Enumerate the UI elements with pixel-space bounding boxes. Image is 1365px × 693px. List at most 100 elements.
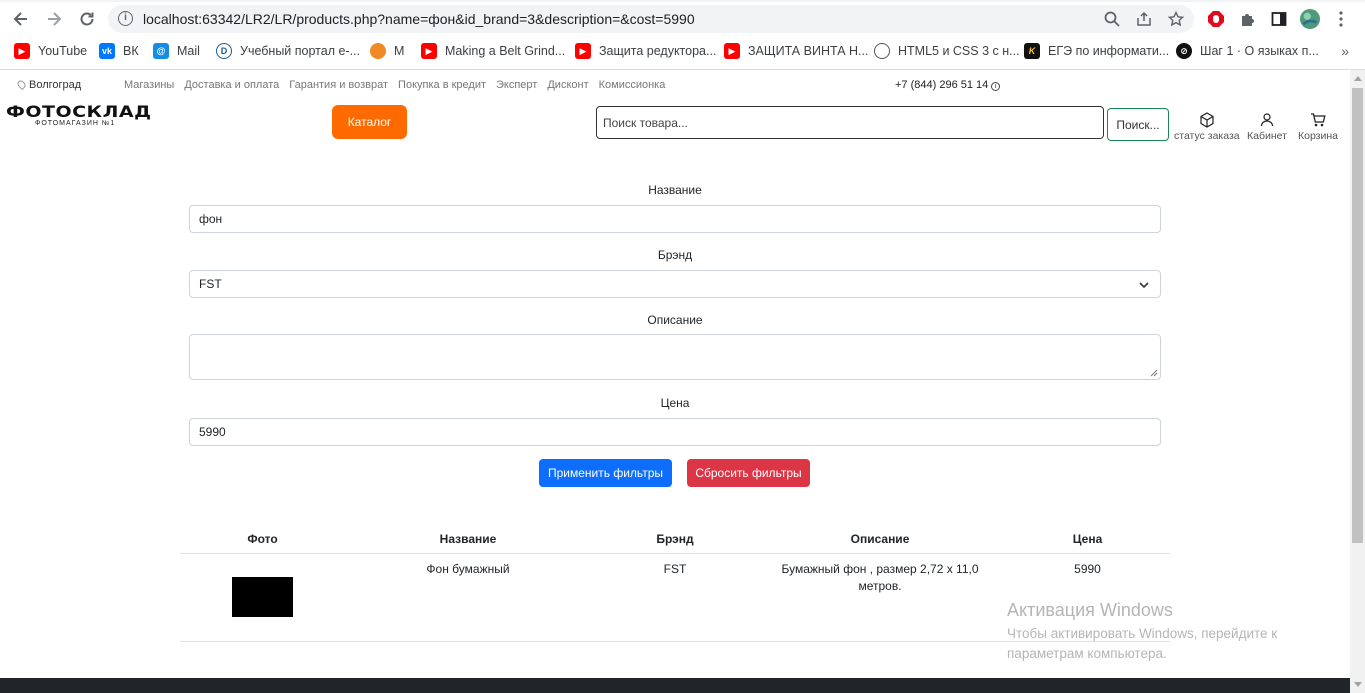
link-warranty[interactable]: Гарантия и возврат <box>289 79 388 91</box>
portal-icon: D <box>216 43 232 59</box>
scroll-up-arrow-icon[interactable] <box>1354 76 1362 81</box>
address-bar[interactable]: i localhost:63342/LR2/LR/products.php?na… <box>108 5 1194 33</box>
bookmark-portal[interactable]: D Учебный портал е-... <box>216 42 360 60</box>
bookmark-label: YouTube <box>38 44 88 58</box>
bookmark-vk[interactable]: vk ВК <box>99 42 139 60</box>
bookmark-mail[interactable]: @ Mail <box>153 42 200 60</box>
brand-label: Брэнд <box>657 248 693 262</box>
site-topbar: Волгоград Магазины Доставка и оплата Гар… <box>0 76 1350 96</box>
header-name: Название <box>439 532 497 546</box>
cart-label: Корзина <box>1298 130 1338 142</box>
bookmark-label: M <box>394 44 405 58</box>
description-label: Описание <box>647 313 703 327</box>
profile-avatar-icon[interactable] <box>1300 9 1320 29</box>
back-arrow-icon <box>13 12 27 26</box>
price-input-value: 5990 <box>199 425 226 439</box>
cabinet-link[interactable]: Кабинет <box>1247 112 1287 142</box>
header-divider <box>180 553 1170 554</box>
order-status-label: статус заказа <box>1174 130 1240 142</box>
page-scrollbar[interactable] <box>1350 70 1365 693</box>
bookmark-ege[interactable]: K ЕГЭ по информати... <box>1024 42 1169 60</box>
site-logo[interactable]: ФОТОСКЛАД ФОТОМАГАЗИН №1 <box>6 101 152 127</box>
bookmark-label: Making a Belt Grind... <box>445 44 566 58</box>
price-input[interactable]: 5990 <box>189 418 1161 446</box>
city-selector[interactable]: Волгоград <box>15 78 81 91</box>
brand-select-value: FST <box>199 277 222 291</box>
phone-text: +7 (844) 296 51 14 <box>895 79 989 91</box>
logo-word: ФОТОСКЛАД <box>6 102 152 122</box>
catalog-button[interactable]: Каталог <box>332 105 407 139</box>
cell-name: Фон бумажный <box>426 562 510 576</box>
bookmark-html5[interactable]: HTML5 и CSS 3 с н... <box>874 42 1020 60</box>
zoom-icon[interactable] <box>1103 11 1121 29</box>
extensions-puzzle-icon[interactable] <box>1238 9 1258 29</box>
back-button[interactable] <box>10 8 32 30</box>
cart-link[interactable]: Корзина <box>1298 112 1338 142</box>
name-input-value: фон <box>199 212 223 226</box>
forward-button[interactable] <box>43 8 65 30</box>
link-expert[interactable]: Эксперт <box>496 79 537 91</box>
bookmark-belt-grinder[interactable]: ▶ Making a Belt Grind... <box>421 42 565 60</box>
youtube-icon: ▶ <box>575 43 591 59</box>
phone-number[interactable]: +7 (844) 296 51 14 i <box>895 79 1001 91</box>
side-panel-icon[interactable] <box>1269 9 1289 29</box>
link-stores[interactable]: Магазины <box>124 79 174 91</box>
bookmark-label: Шаг 1 · О языках п... <box>1200 44 1319 58</box>
name-input[interactable]: фон <box>189 205 1161 233</box>
top-links: Магазины Доставка и оплата Гарантия и во… <box>124 79 665 91</box>
scrollbar-thumb[interactable] <box>1352 88 1363 543</box>
cell-description: Бумажный фон , размер 2,72 х 11,0 метров… <box>781 562 979 593</box>
bookmark-youtube[interactable]: ▶ YouTube <box>14 42 87 60</box>
site-info-icon[interactable]: i <box>118 11 133 26</box>
header-description: Описание <box>850 532 910 546</box>
youtube-icon: ▶ <box>724 43 740 59</box>
url-text[interactable]: localhost:63342/LR2/LR/products.php?name… <box>143 11 695 27</box>
bookmark-label: ВК <box>123 44 139 58</box>
resize-grip-icon[interactable] <box>1150 369 1158 377</box>
bookmark-label: Защита редуктора... <box>599 44 717 58</box>
product-photo <box>232 577 293 617</box>
reload-icon <box>80 12 94 26</box>
tab-strip-edge <box>0 0 1365 2</box>
bookmark-label: Учебный портал е-... <box>240 44 361 58</box>
box-icon <box>1200 112 1214 128</box>
bookmark-reductor[interactable]: ▶ Защита редуктора... <box>575 42 716 60</box>
site-search-button[interactable]: Поиск... <box>1107 108 1169 141</box>
reset-filters-button[interactable]: Сбросить фильтры <box>687 459 810 487</box>
bookmark-vint[interactable]: ▶ ЗАЩИТА ВИНТА Н... <box>724 42 868 60</box>
windows-activation-subtitle: Чтобы активировать Windows, перейдите к … <box>1007 626 1278 661</box>
adblock-extension-icon[interactable] <box>1206 9 1226 29</box>
windows-activation-title: Активация Windows <box>1007 600 1173 620</box>
link-commission[interactable]: Комиссионка <box>599 79 666 91</box>
site-search-input[interactable] <box>596 106 1104 139</box>
share-icon[interactable] <box>1135 11 1153 29</box>
bookmarks-more-button[interactable]: » <box>1341 43 1349 59</box>
chevron-down-icon <box>1139 282 1149 289</box>
bookmark-m[interactable]: M <box>370 42 404 60</box>
reload-button[interactable] <box>76 8 98 30</box>
star-bookmark-icon[interactable] <box>1167 10 1185 29</box>
bookmark-label: ЗАЩИТА ВИНТА Н... <box>748 44 869 58</box>
brand-select[interactable]: FST <box>189 270 1161 298</box>
browser-menu-icon[interactable] <box>1331 9 1351 29</box>
cart-icon <box>1311 113 1326 127</box>
stepik-icon: ⊘ <box>1176 43 1192 59</box>
header-price: Цена <box>1072 532 1103 546</box>
bookmark-stepik[interactable]: ⊘ Шаг 1 · О языках п... <box>1176 42 1319 60</box>
scroll-down-arrow-icon[interactable] <box>1354 682 1362 687</box>
browser-chrome: i localhost:63342/LR2/LR/products.php?na… <box>0 0 1365 70</box>
k-icon: K <box>1024 43 1040 59</box>
order-status-link[interactable]: статус заказа <box>1174 112 1240 142</box>
bookmark-label: Mail <box>177 44 200 58</box>
name-label: Название <box>648 183 702 197</box>
link-credit[interactable]: Покупка в кредит <box>398 79 486 91</box>
phone-info-icon[interactable]: i <box>991 82 1001 91</box>
vk-icon: vk <box>99 43 115 59</box>
apply-filters-button[interactable]: Применить фильтры <box>539 459 672 487</box>
link-delivery[interactable]: Доставка и оплата <box>184 79 279 91</box>
description-textarea[interactable] <box>189 334 1161 380</box>
price-label: Цена <box>660 396 690 410</box>
header-photo: Фото <box>247 532 278 546</box>
link-discount[interactable]: Дисконт <box>547 79 588 91</box>
globe-icon <box>874 43 890 59</box>
